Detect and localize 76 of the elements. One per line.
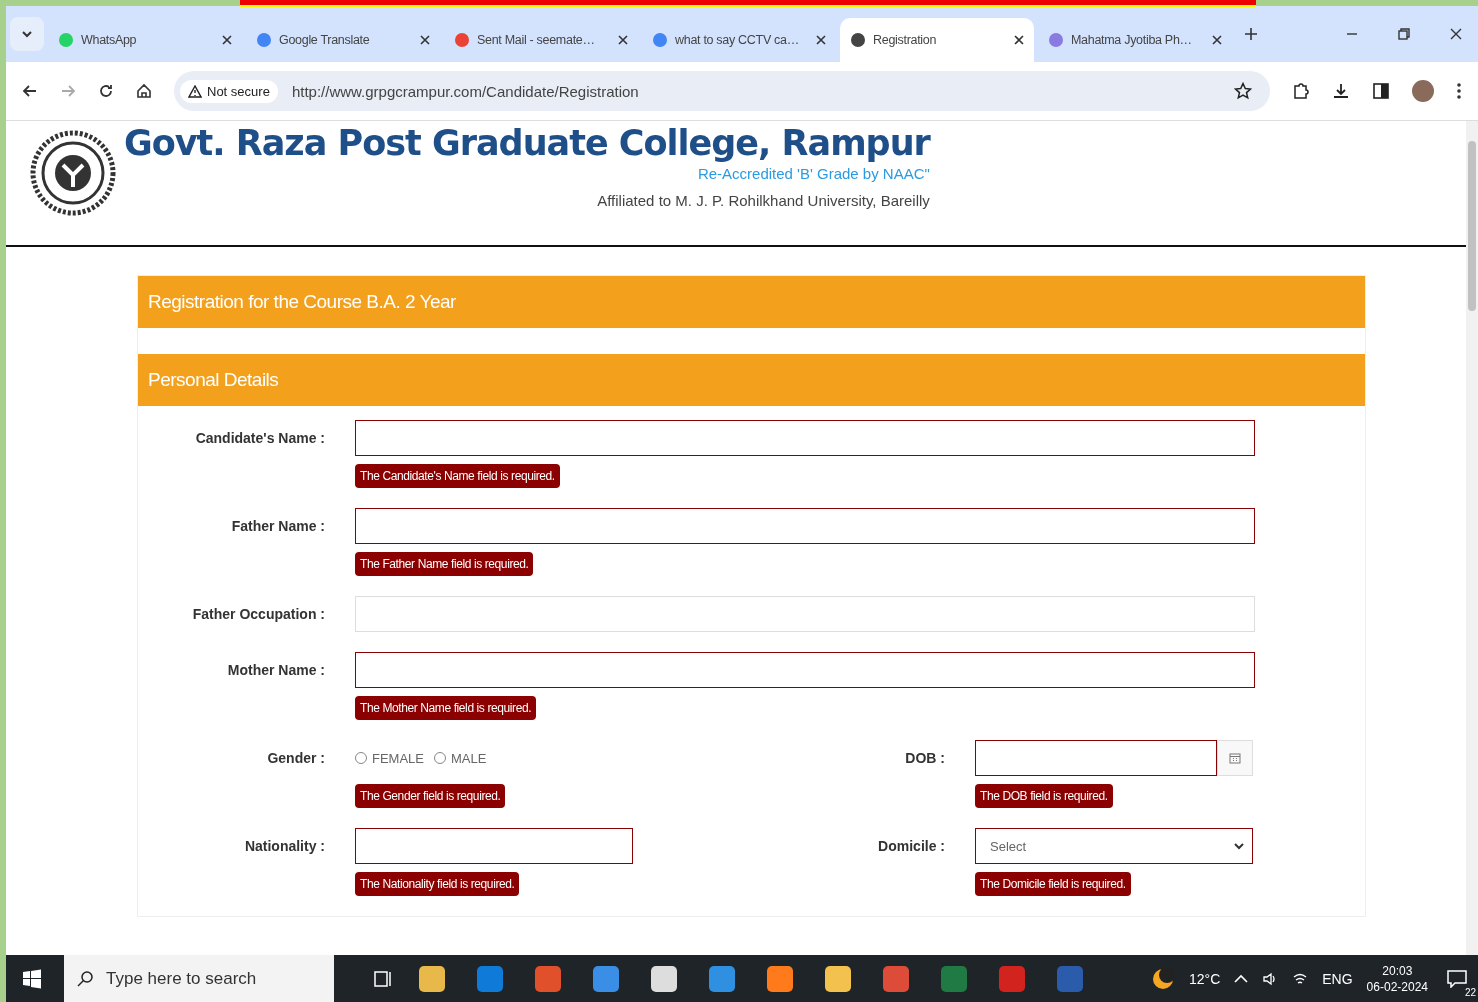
error-tooltip: The Father Name field is required. [355, 552, 534, 576]
field-label: Mother Name : [226, 661, 325, 680]
text-field[interactable] [355, 420, 1255, 456]
side-panel-icon[interactable] [1372, 82, 1390, 100]
field-label: Gender : [266, 749, 325, 768]
site-icon [652, 32, 668, 48]
field-label: DOB : [904, 749, 945, 768]
language-indicator[interactable]: ENG [1322, 970, 1353, 987]
clock[interactable]: 20:03 06-02-2024 [1366, 963, 1428, 994]
taskbar-search-field[interactable]: Type here to search [64, 955, 334, 1002]
browser-tab[interactable]: Mahatma Jyotiba Ph… [1038, 18, 1232, 62]
download-icon[interactable] [1332, 82, 1350, 100]
text-field[interactable] [355, 652, 1255, 688]
site-icon [454, 32, 470, 48]
calendar-icon [1229, 752, 1241, 764]
address-bar[interactable]: Not secure http://www.grpgcrampur.com/Candidate/Registration [174, 71, 1270, 111]
reload-icon[interactable] [98, 83, 114, 99]
browser-tab[interactable]: Registration [840, 18, 1034, 62]
browser-tab[interactable]: Sent Mail - seemate… [444, 18, 638, 62]
error-tooltip: The Nationality field is required. [355, 872, 520, 896]
text-field[interactable] [355, 508, 1255, 544]
weather-moon-icon[interactable] [1151, 966, 1175, 991]
date-field[interactable] [975, 740, 1217, 776]
field-label: Domicile : [877, 837, 945, 856]
dropdown-field[interactable]: Select [975, 828, 1253, 864]
temperature-text[interactable]: 12°C [1189, 970, 1221, 987]
error-tooltip: The Mother Name field is required. [355, 696, 537, 720]
windows-start-icon[interactable] [22, 968, 42, 989]
site-icon [1048, 32, 1064, 48]
error-tooltip: The Domicile field is required. [975, 872, 1131, 896]
chevron-icon [1234, 842, 1244, 850]
section-heading-bar: Personal Details [138, 354, 1365, 406]
affiliation-text: Affiliated to M. J. P. Rohilkhand University, Bareilly [597, 192, 930, 209]
new-tab-icon[interactable] [1244, 27, 1258, 41]
field-label: Candidate's Name : [194, 429, 325, 448]
speech-bubble-icon [1447, 969, 1467, 988]
close-icon[interactable] [1014, 35, 1024, 45]
url-text: http://www.grpgcrampur.com/Candidate/Registration [291, 82, 640, 100]
error-tooltip: The Gender field is required. [355, 784, 506, 808]
field-label: Father Occupation : [191, 605, 325, 624]
security-chip[interactable]: Not secure [180, 79, 278, 103]
college-name: Govt. Raza Post Graduate College, Rampur [124, 123, 930, 163]
browser-tab[interactable]: WhatsApp [48, 18, 242, 62]
browser-tab[interactable]: what to say CCTV ca… [642, 18, 836, 62]
text-field[interactable] [355, 828, 633, 864]
course-heading-bar: Registration for the Course B.A. 2 Year [138, 276, 1365, 328]
chevron-up-icon[interactable] [1234, 973, 1249, 984]
site-icon [850, 32, 866, 48]
accreditation-text: Re-Accredited 'B' Grade by NAAC" [697, 165, 930, 182]
profile-avatar[interactable] [1412, 80, 1434, 102]
chevron-down-icon [21, 30, 33, 38]
search-icon [76, 969, 94, 988]
error-tooltip: The Candidate's Name field is required. [355, 464, 560, 488]
field-label: Father Name : [230, 517, 325, 536]
close-icon[interactable] [1212, 35, 1222, 45]
notification-count: 22 [1464, 986, 1476, 998]
puzzle-icon[interactable] [1292, 82, 1310, 100]
browser-tab[interactable]: Google Translate [246, 18, 440, 62]
menu-icon[interactable] [1456, 82, 1462, 100]
site-icon [256, 32, 272, 48]
home-icon[interactable] [136, 83, 152, 99]
close-icon[interactable] [816, 35, 826, 45]
star-icon[interactable] [1234, 82, 1252, 100]
back-icon[interactable] [22, 83, 38, 99]
site-icon [58, 32, 74, 48]
radio-option[interactable]: FEMALE [355, 750, 424, 766]
scrollbar[interactable] [1466, 121, 1478, 955]
restore-icon[interactable] [1398, 28, 1410, 40]
close-icon[interactable] [1450, 28, 1462, 40]
close-icon[interactable] [222, 35, 232, 45]
close-icon[interactable] [420, 35, 430, 45]
radio-option[interactable]: MALE [434, 750, 487, 766]
error-tooltip: The DOB field is required. [975, 784, 1113, 808]
field-label: Nationality : [243, 837, 325, 856]
warning-icon [188, 84, 202, 98]
close-icon[interactable] [618, 35, 628, 45]
